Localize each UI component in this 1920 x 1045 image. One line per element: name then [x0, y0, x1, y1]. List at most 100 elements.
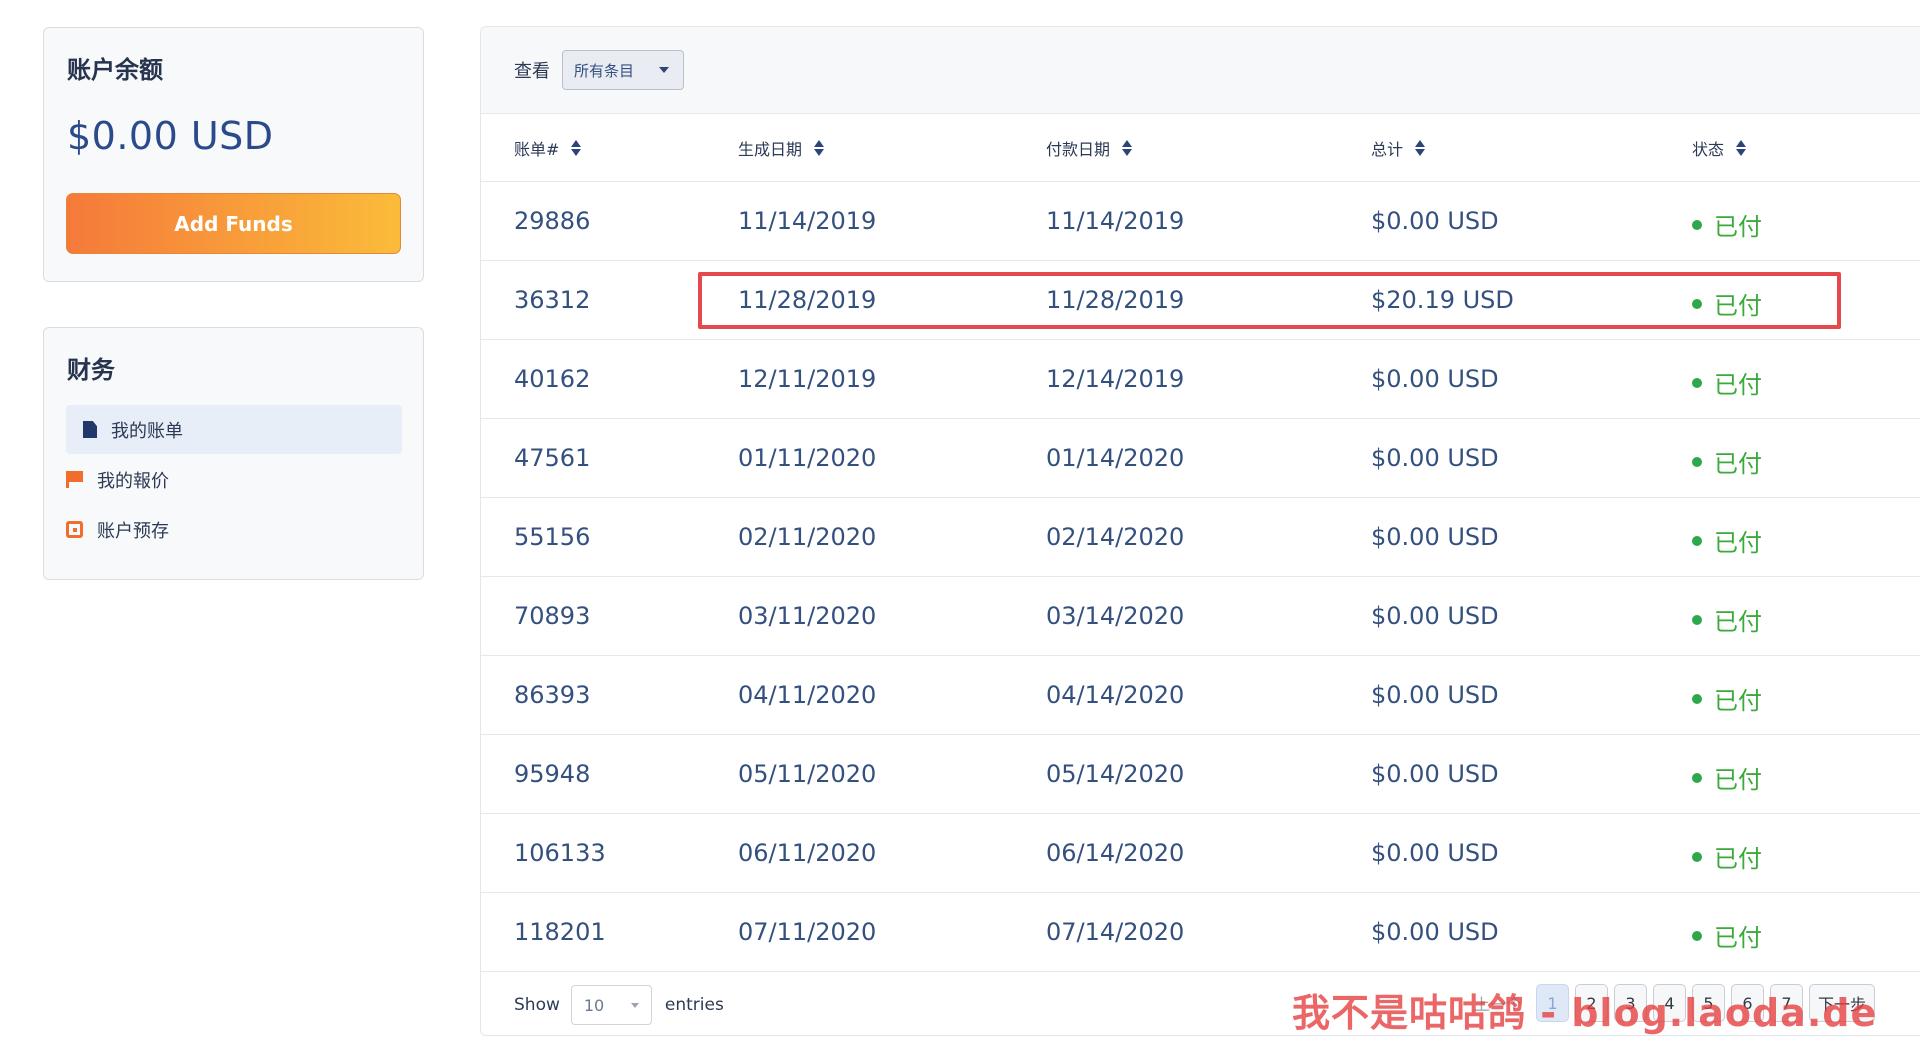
caret-down-icon: [659, 67, 669, 73]
created-date: 04/11/2020: [738, 681, 877, 709]
paid-date: 07/14/2020: [1046, 918, 1185, 946]
finance-item-label: 我的報价: [97, 470, 169, 492]
paid-date: 06/14/2020: [1046, 839, 1185, 867]
pagination-page-6[interactable]: 6: [1731, 984, 1765, 1022]
table-row[interactable]: 40162 12/11/2019 12/14/2019 $0.00 USD 已付: [481, 340, 1920, 419]
show-label: Show: [514, 995, 560, 1015]
invoices-panel: 查看 所有条目 账单# 生成日期 付款日期 总计 状态 29886 11/14/…: [480, 26, 1920, 1036]
column-header-label: 付款日期: [1046, 140, 1111, 159]
view-filter-select[interactable]: 所有条目: [562, 50, 684, 90]
status-dot-icon: [1692, 930, 1702, 941]
table-row[interactable]: 55156 02/11/2020 02/14/2020 $0.00 USD 已付: [481, 498, 1920, 577]
finance-item-label: 账户预存: [97, 520, 169, 542]
status-badge: 已付: [1692, 286, 1762, 321]
pagination-page-3[interactable]: 3: [1614, 984, 1648, 1022]
status-badge: 已付: [1692, 918, 1762, 953]
balance-amount: $0.00 USD: [67, 114, 274, 158]
created-date: 11/28/2019: [738, 286, 877, 314]
invoice-id[interactable]: 95948: [514, 760, 590, 788]
flag-icon: [66, 471, 83, 488]
status-label: 已付: [1714, 213, 1762, 241]
invoice-id[interactable]: 29886: [514, 207, 590, 235]
status-label: 已付: [1714, 608, 1762, 636]
table-row[interactable]: 118201 07/11/2020 07/14/2020 $0.00 USD 已…: [481, 893, 1920, 972]
column-header-paid[interactable]: 付款日期: [1046, 136, 1133, 160]
column-header-label: 账单#: [514, 140, 560, 159]
finance-item-account-credit[interactable]: 账户预存: [66, 505, 402, 554]
invoice-total: $0.00 USD: [1371, 365, 1499, 393]
column-header-created[interactable]: 生成日期: [738, 136, 825, 160]
paid-date: 11/28/2019: [1046, 286, 1185, 314]
invoice-id[interactable]: 70893: [514, 602, 590, 630]
status-label: 已付: [1714, 529, 1762, 557]
table-toolbar: 查看 所有条目: [481, 27, 1920, 114]
pagination-page-1[interactable]: 1: [1536, 984, 1570, 1022]
paid-date: 04/14/2020: [1046, 681, 1185, 709]
invoice-total: $0.00 USD: [1371, 207, 1499, 235]
sort-icon: [571, 139, 582, 157]
status-dot-icon: [1692, 219, 1702, 230]
column-header-invoice[interactable]: 账单#: [514, 136, 582, 160]
invoice-total: $0.00 USD: [1371, 523, 1499, 551]
invoice-id[interactable]: 47561: [514, 444, 590, 472]
column-header-total[interactable]: 总计: [1371, 136, 1426, 160]
invoice-total: $0.00 USD: [1371, 839, 1499, 867]
sort-icon: [1415, 139, 1426, 157]
balance-card: 账户余额 $0.00 USD Add Funds: [43, 27, 424, 282]
invoice-id[interactable]: 55156: [514, 523, 590, 551]
column-header-status[interactable]: 状态: [1692, 136, 1747, 160]
pagination-page-2[interactable]: 2: [1575, 984, 1609, 1022]
paid-date: 02/14/2020: [1046, 523, 1185, 551]
paid-date: 05/14/2020: [1046, 760, 1185, 788]
pagination-page-4[interactable]: 4: [1653, 984, 1687, 1022]
finance-card: 财务 我的账单 我的報价 账户预存: [43, 327, 424, 580]
table-row[interactable]: 47561 01/11/2020 01/14/2020 $0.00 USD 已付: [481, 419, 1920, 498]
status-dot-icon: [1692, 535, 1702, 546]
paid-date: 11/14/2019: [1046, 207, 1185, 235]
invoice-id[interactable]: 86393: [514, 681, 590, 709]
paid-date: 03/14/2020: [1046, 602, 1185, 630]
sort-icon: [1736, 139, 1747, 157]
pagination-page-5[interactable]: 5: [1692, 984, 1726, 1022]
table-row[interactable]: 70893 03/11/2020 03/14/2020 $0.00 USD 已付: [481, 577, 1920, 656]
pagination: 上一个 1 2 3 4 5 6 7 下一步: [1466, 984, 1881, 1022]
page-length-select[interactable]: 10: [570, 985, 652, 1025]
status-dot-icon: [1692, 851, 1702, 862]
table-row[interactable]: 36312 11/28/2019 11/28/2019 $20.19 USD 已…: [481, 261, 1920, 340]
invoice-id[interactable]: 118201: [514, 918, 606, 946]
table-row[interactable]: 29886 11/14/2019 11/14/2019 $0.00 USD 已付: [481, 182, 1920, 261]
pagination-prev[interactable]: 上一个: [1466, 984, 1530, 1022]
table-row[interactable]: 95948 05/11/2020 05/14/2020 $0.00 USD 已付: [481, 735, 1920, 814]
invoice-total: $0.00 USD: [1371, 602, 1499, 630]
created-date: 03/11/2020: [738, 602, 877, 630]
add-funds-button[interactable]: Add Funds: [66, 193, 401, 254]
invoice-id[interactable]: 40162: [514, 365, 590, 393]
status-badge: 已付: [1692, 523, 1762, 558]
pagination-next[interactable]: 下一步: [1809, 984, 1876, 1022]
invoice-total: $0.00 USD: [1371, 681, 1499, 709]
wallet-icon: [66, 521, 83, 538]
status-label: 已付: [1714, 845, 1762, 873]
invoice-id[interactable]: 106133: [514, 839, 606, 867]
invoice-total: $0.00 USD: [1371, 444, 1499, 472]
finance-item-label: 我的账单: [111, 420, 183, 442]
column-header-label: 状态: [1692, 140, 1725, 159]
table-row[interactable]: 106133 06/11/2020 06/14/2020 $0.00 USD 已…: [481, 814, 1920, 893]
status-dot-icon: [1692, 377, 1702, 388]
column-header-label: 生成日期: [738, 140, 803, 159]
status-badge: 已付: [1692, 602, 1762, 637]
invoice-id[interactable]: 36312: [514, 286, 590, 314]
pagination-page-7[interactable]: 7: [1770, 984, 1804, 1022]
table-row[interactable]: 86393 04/11/2020 04/14/2020 $0.00 USD 已付: [481, 656, 1920, 735]
column-header-label: 总计: [1371, 140, 1404, 159]
balance-title: 账户余额: [67, 56, 163, 84]
status-dot-icon: [1692, 772, 1702, 783]
document-icon: [83, 421, 97, 438]
finance-item-my-invoices[interactable]: 我的账单: [66, 405, 402, 454]
paid-date: 12/14/2019: [1046, 365, 1185, 393]
created-date: 12/11/2019: [738, 365, 877, 393]
finance-item-my-quotes[interactable]: 我的報价: [66, 455, 402, 504]
status-label: 已付: [1714, 371, 1762, 399]
invoice-total: $0.00 USD: [1371, 760, 1499, 788]
created-date: 05/11/2020: [738, 760, 877, 788]
